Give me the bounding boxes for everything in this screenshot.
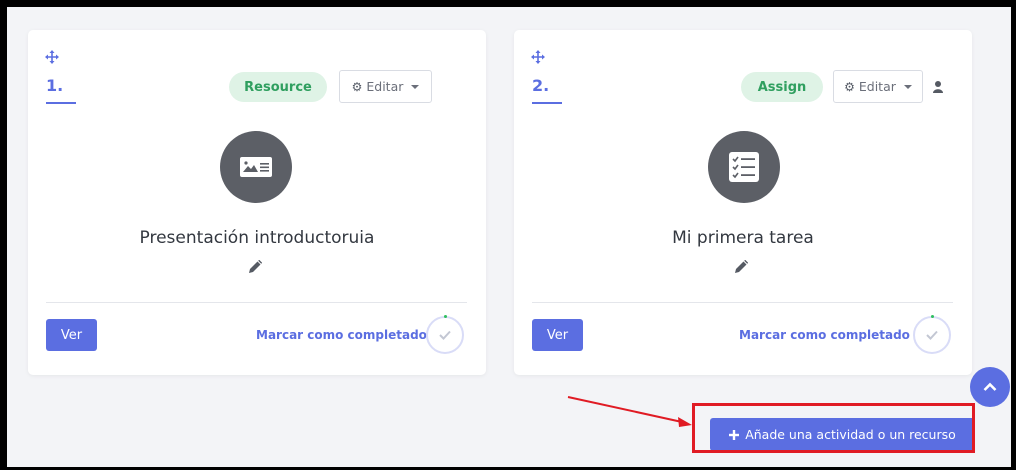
type-badge: Assign [741, 72, 823, 102]
user-icon[interactable] [933, 81, 943, 93]
activity-number: 1. [46, 76, 64, 95]
mark-complete-link[interactable]: Marcar como completado [739, 328, 910, 342]
checkmark-icon [439, 330, 451, 340]
scroll-top-button[interactable] [970, 367, 1010, 407]
activity-title[interactable]: Presentación introductoruia [28, 228, 486, 248]
edit-dropdown-button[interactable]: ⚙ Editar [339, 70, 432, 103]
move-icon[interactable] [531, 50, 545, 64]
edit-label: Editar [366, 79, 404, 94]
completion-check[interactable] [426, 315, 464, 354]
pencil-icon[interactable] [734, 260, 748, 274]
progress-dot [444, 315, 447, 318]
mark-complete-link[interactable]: Marcar como completado [256, 328, 427, 342]
move-icon[interactable] [45, 50, 59, 64]
activity-title[interactable]: Mi primera tarea [514, 228, 972, 248]
completion-check[interactable] [913, 315, 951, 354]
annotation-arrow [567, 396, 692, 427]
checkmark-icon [926, 330, 938, 340]
pencil-icon[interactable] [248, 260, 262, 274]
caret-down-icon [903, 84, 912, 89]
checklist-icon [708, 131, 780, 203]
course-content-area: 1. Resource ⚙ Editar Presentación introd… [0, 0, 1016, 470]
progress-dot [931, 315, 934, 318]
gear-icon: ⚙ [351, 79, 363, 94]
activity-number: 2. [532, 76, 550, 95]
card-divider [532, 302, 953, 303]
caret-down-icon [411, 84, 420, 89]
edit-dropdown-button[interactable]: ⚙ Editar [833, 70, 923, 103]
view-button[interactable]: Ver [46, 319, 97, 351]
type-badge: Resource [229, 72, 327, 102]
activity-card: 2. Assign ⚙ Editar Mi primera tarea Ver … [514, 30, 972, 375]
view-button[interactable]: Ver [532, 319, 583, 351]
gear-icon: ⚙ [844, 79, 855, 94]
card-divider [46, 302, 467, 303]
number-underline [532, 102, 562, 104]
edit-label: Editar [858, 79, 896, 94]
image-card-icon [220, 131, 292, 203]
number-underline [46, 102, 76, 104]
chevron-up-icon [983, 382, 997, 391]
activity-card: 1. Resource ⚙ Editar Presentación introd… [28, 30, 486, 375]
annotation-highlight-box [692, 403, 975, 453]
